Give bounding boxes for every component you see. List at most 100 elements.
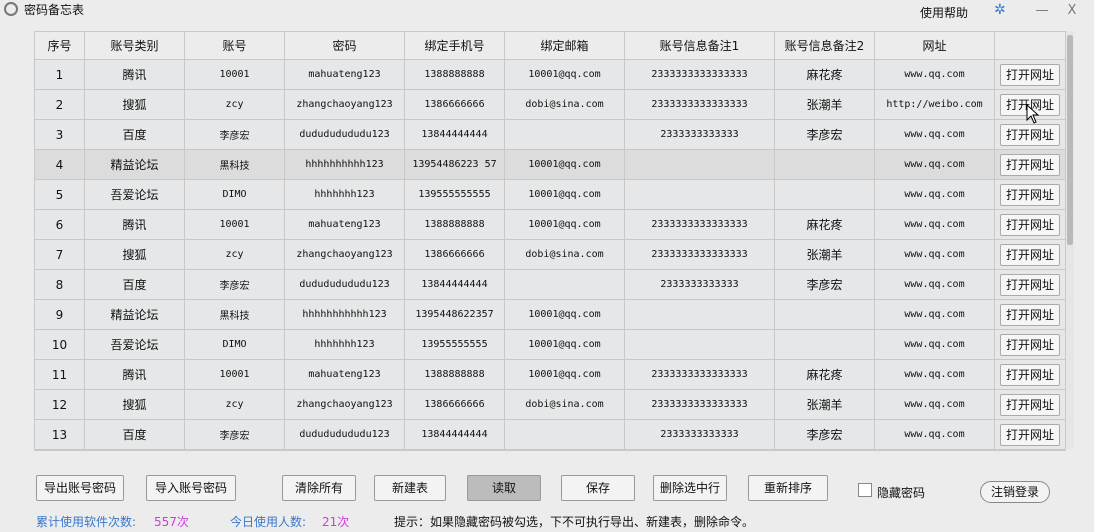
cell-note1[interactable]: 2333333333333 bbox=[625, 270, 775, 300]
cell-url[interactable]: www.qq.com bbox=[875, 420, 995, 450]
cell-password[interactable]: dudududududu123 bbox=[285, 270, 405, 300]
cell-password[interactable]: zhangchaoyang123 bbox=[285, 90, 405, 120]
cell-note2[interactable]: 麻花疼 bbox=[775, 60, 875, 90]
cell-email[interactable]: 10001@qq.com bbox=[505, 150, 625, 180]
open-url-button[interactable]: 打开网址 bbox=[1000, 363, 1060, 386]
open-url-button[interactable]: 打开网址 bbox=[1000, 333, 1060, 356]
cell-url[interactable]: www.qq.com bbox=[875, 180, 995, 210]
cell-email[interactable]: 10001@qq.com bbox=[505, 360, 625, 390]
cell-url[interactable]: www.qq.com bbox=[875, 60, 995, 90]
cell-index[interactable]: 11 bbox=[35, 360, 85, 390]
col-header-category[interactable]: 账号类别 bbox=[85, 32, 185, 60]
cell-index[interactable]: 8 bbox=[35, 270, 85, 300]
cell-account[interactable]: 黑科技 bbox=[185, 300, 285, 330]
hide-password-checkbox[interactable] bbox=[858, 483, 872, 497]
cell-password[interactable]: hhhhhhh123 bbox=[285, 180, 405, 210]
col-header-index[interactable]: 序号 bbox=[35, 32, 85, 60]
cell-account[interactable]: zcy bbox=[185, 390, 285, 420]
cell-note2[interactable]: 李彦宏 bbox=[775, 120, 875, 150]
close-button[interactable]: X bbox=[1058, 0, 1086, 22]
cell-note2[interactable]: 李彦宏 bbox=[775, 420, 875, 450]
cell-url[interactable]: www.qq.com bbox=[875, 240, 995, 270]
cell-email[interactable] bbox=[505, 120, 625, 150]
table-row[interactable]: 7 搜狐 zcy zhangchaoyang123 1386666666 dobi@sin… bbox=[35, 240, 1065, 270]
cell-email[interactable]: dobi@sina.com bbox=[505, 390, 625, 420]
cell-category[interactable]: 腾讯 bbox=[85, 210, 185, 240]
cell-note1[interactable]: 2333333333333333 bbox=[625, 90, 775, 120]
cell-index[interactable]: 10 bbox=[35, 330, 85, 360]
cell-phone[interactable]: 1388888888 bbox=[405, 60, 505, 90]
cell-index[interactable]: 12 bbox=[35, 390, 85, 420]
col-header-note2[interactable]: 账号信息备注2 bbox=[775, 32, 875, 60]
cell-note2[interactable]: 李彦宏 bbox=[775, 270, 875, 300]
cell-index[interactable]: 13 bbox=[35, 420, 85, 450]
cell-index[interactable]: 2 bbox=[35, 90, 85, 120]
table-row[interactable]: 4 精益论坛 黑科技 hhhhhhhhhh123 13954486223 57 10001… bbox=[35, 150, 1065, 180]
cell-account[interactable]: DIMO bbox=[185, 180, 285, 210]
cell-note2[interactable]: 张潮羊 bbox=[775, 390, 875, 420]
cell-category[interactable]: 百度 bbox=[85, 270, 185, 300]
table-row[interactable]: 8 百度 李彦宏 dudududududu123 13844444444 23333333… bbox=[35, 270, 1065, 300]
cell-phone[interactable]: 1386666666 bbox=[405, 90, 505, 120]
settings-icon[interactable]: ✲ bbox=[994, 2, 1006, 18]
open-url-button[interactable]: 打开网址 bbox=[1000, 273, 1060, 296]
cell-note1[interactable]: 2333333333333333 bbox=[625, 390, 775, 420]
logout-button[interactable]: 注销登录 bbox=[980, 481, 1050, 503]
cell-index[interactable]: 7 bbox=[35, 240, 85, 270]
table-scrollbar[interactable] bbox=[1066, 31, 1074, 449]
resort-button[interactable]: 重新排序 bbox=[748, 475, 828, 501]
cell-account[interactable]: 李彦宏 bbox=[185, 420, 285, 450]
cell-index[interactable]: 9 bbox=[35, 300, 85, 330]
new-table-button[interactable]: 新建表 bbox=[374, 475, 446, 501]
cell-note1[interactable] bbox=[625, 330, 775, 360]
cell-email[interactable]: 10001@qq.com bbox=[505, 180, 625, 210]
cell-index[interactable]: 6 bbox=[35, 210, 85, 240]
cell-url[interactable]: www.qq.com bbox=[875, 360, 995, 390]
cell-url[interactable]: www.qq.com bbox=[875, 120, 995, 150]
cell-url[interactable]: www.qq.com bbox=[875, 330, 995, 360]
cell-account[interactable]: 李彦宏 bbox=[185, 120, 285, 150]
cell-email[interactable]: 10001@qq.com bbox=[505, 60, 625, 90]
cell-category[interactable]: 腾讯 bbox=[85, 360, 185, 390]
cell-category[interactable]: 精益论坛 bbox=[85, 150, 185, 180]
open-url-button[interactable]: 打开网址 bbox=[1000, 63, 1060, 86]
cell-note1[interactable]: 2333333333333333 bbox=[625, 360, 775, 390]
cell-note2[interactable] bbox=[775, 150, 875, 180]
cell-note2[interactable]: 麻花疼 bbox=[775, 210, 875, 240]
cell-note1[interactable] bbox=[625, 300, 775, 330]
read-button[interactable]: 读取 bbox=[467, 475, 541, 501]
cell-email[interactable]: dobi@sina.com bbox=[505, 90, 625, 120]
cell-category[interactable]: 百度 bbox=[85, 420, 185, 450]
table-row[interactable]: 1 腾讯 10001 mahuateng123 1388888888 10001@qq.c… bbox=[35, 60, 1065, 90]
col-header-password[interactable]: 密码 bbox=[285, 32, 405, 60]
col-header-url[interactable]: 网址 bbox=[875, 32, 995, 60]
cell-phone[interactable]: 1386666666 bbox=[405, 240, 505, 270]
scrollbar-thumb[interactable] bbox=[1067, 35, 1073, 245]
cell-category[interactable]: 精益论坛 bbox=[85, 300, 185, 330]
save-button[interactable]: 保存 bbox=[561, 475, 635, 501]
cell-account[interactable]: 李彦宏 bbox=[185, 270, 285, 300]
cell-email[interactable]: dobi@sina.com bbox=[505, 240, 625, 270]
cell-note2[interactable]: 麻花疼 bbox=[775, 360, 875, 390]
cell-category[interactable]: 百度 bbox=[85, 120, 185, 150]
table-row[interactable]: 5 吾爱论坛 DIMO hhhhhhh123 139555555555 10001@qq.… bbox=[35, 180, 1065, 210]
import-button[interactable]: 导入账号密码 bbox=[146, 475, 236, 501]
cell-password[interactable]: mahuateng123 bbox=[285, 60, 405, 90]
cell-url[interactable]: www.qq.com bbox=[875, 150, 995, 180]
cell-note1[interactable]: 2333333333333 bbox=[625, 420, 775, 450]
col-header-email[interactable]: 绑定邮箱 bbox=[505, 32, 625, 60]
cell-account[interactable]: 黑科技 bbox=[185, 150, 285, 180]
table-row[interactable]: 3 百度 李彦宏 dudududududu123 13844444444 23333333… bbox=[35, 120, 1065, 150]
open-url-button[interactable]: 打开网址 bbox=[1000, 213, 1060, 236]
cell-note1[interactable]: 2333333333333333 bbox=[625, 240, 775, 270]
table-row[interactable]: 6 腾讯 10001 mahuateng123 1388888888 10001@qq.c… bbox=[35, 210, 1065, 240]
cell-note1[interactable] bbox=[625, 180, 775, 210]
cell-note1[interactable] bbox=[625, 150, 775, 180]
table-row[interactable]: 10 吾爱论坛 DIMO hhhhhhh123 13955555555 10001@qq.… bbox=[35, 330, 1065, 360]
cell-phone[interactable]: 13844444444 bbox=[405, 270, 505, 300]
open-url-button[interactable]: 打开网址 bbox=[1000, 123, 1060, 146]
col-header-note1[interactable]: 账号信息备注1 bbox=[625, 32, 775, 60]
cell-note1[interactable]: 2333333333333 bbox=[625, 120, 775, 150]
open-url-button[interactable]: 打开网址 bbox=[1000, 153, 1060, 176]
cell-email[interactable] bbox=[505, 270, 625, 300]
